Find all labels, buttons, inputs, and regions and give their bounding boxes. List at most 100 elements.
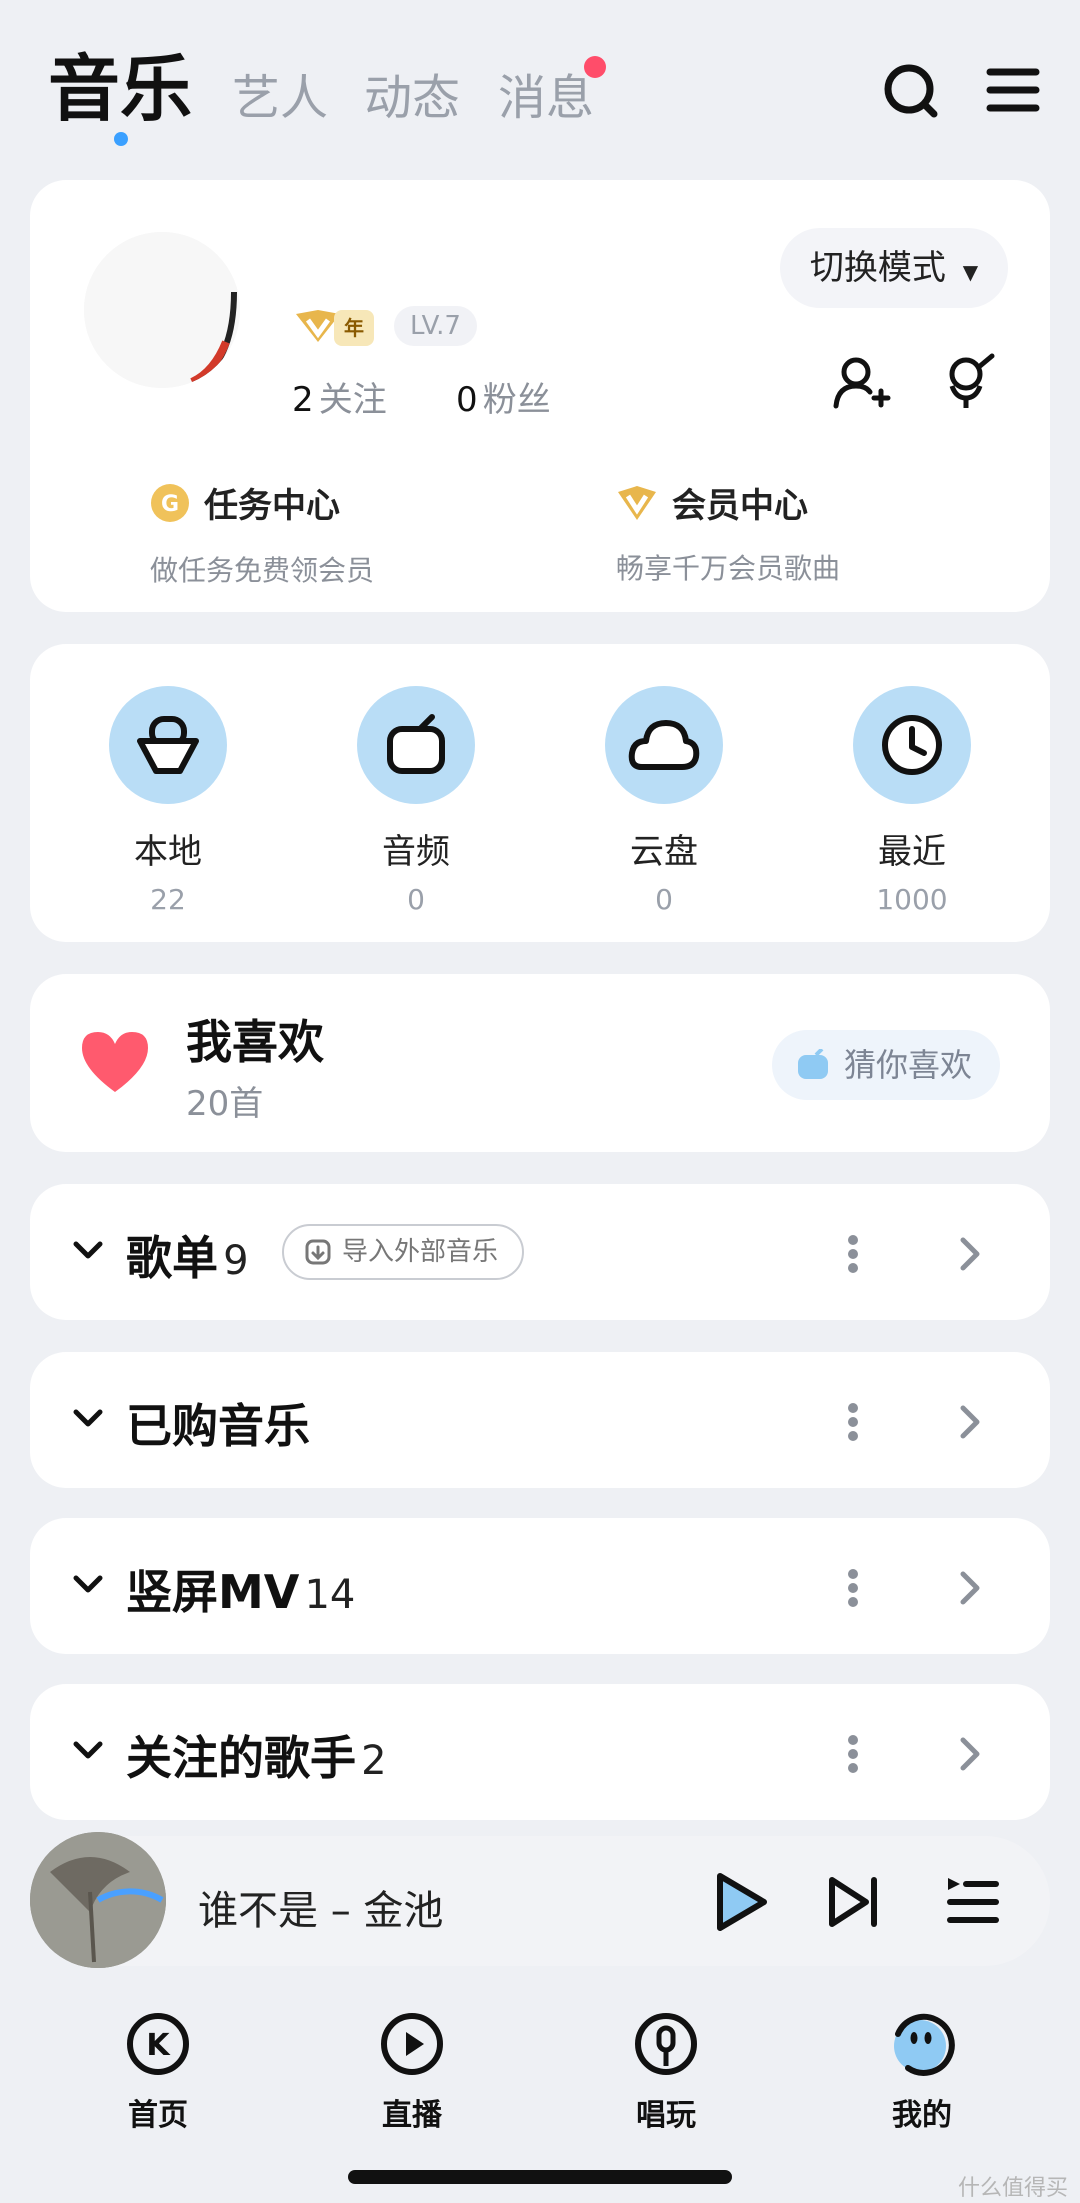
- section-count: 9: [223, 1238, 249, 1284]
- section-title: 歌单: [126, 1231, 218, 1285]
- section-count: 2: [361, 1738, 387, 1784]
- import-external-music-button[interactable]: 导入外部音乐: [282, 1224, 525, 1280]
- nav-sing[interactable]: 唱玩: [586, 2010, 746, 2134]
- quick-count: 0: [655, 883, 673, 916]
- nav-label: 我的: [892, 2098, 952, 2133]
- switch-mode-label: 切换模式: [809, 248, 946, 288]
- queue-list-icon: [947, 1878, 999, 1923]
- k-logo-icon: K: [127, 2013, 189, 2075]
- mini-player[interactable]: [30, 1836, 1050, 1966]
- nav-label: 首页: [128, 2098, 188, 2133]
- following-count: 2: [292, 380, 314, 420]
- chevron-down-icon[interactable]: [72, 1572, 104, 1596]
- menu-button[interactable]: [980, 56, 1050, 126]
- playlist-queue-button[interactable]: [944, 1874, 1002, 1930]
- avatar[interactable]: [84, 232, 240, 388]
- tab-music[interactable]: 音乐: [48, 30, 192, 135]
- section-title: 已购音乐: [126, 1399, 310, 1453]
- next-track-button[interactable]: [826, 1874, 884, 1930]
- section-count: 14: [304, 1572, 356, 1618]
- chevron-right-icon[interactable]: [958, 1736, 982, 1772]
- home-indicator[interactable]: [348, 2170, 732, 2184]
- followers-stat[interactable]: 0 粉丝: [456, 372, 551, 421]
- quick-item-cloud[interactable]: 云盘 0: [564, 686, 764, 916]
- quick-count: 0: [407, 883, 425, 916]
- add-friend-button[interactable]: [830, 352, 892, 414]
- local-music-icon: [109, 686, 227, 804]
- chevron-down-icon[interactable]: [72, 1738, 104, 1762]
- favorites-title: 我喜欢: [186, 1015, 324, 1069]
- nav-label: 唱玩: [636, 2098, 696, 2133]
- live-play-icon: [381, 2013, 443, 2075]
- play-icon: [717, 1873, 767, 1931]
- skip-next-icon: [829, 1877, 877, 1927]
- search-button[interactable]: [876, 56, 946, 126]
- following-stat[interactable]: 2 关注: [292, 372, 387, 421]
- radio-icon: [357, 686, 475, 804]
- vip-center-subtitle: 畅享千万会员歌曲: [616, 552, 841, 585]
- vip-diamond-icon: [618, 485, 656, 520]
- mic-button[interactable]: [938, 352, 1000, 414]
- microphone-icon: [949, 353, 995, 408]
- quick-item-local[interactable]: 本地 22: [68, 686, 268, 916]
- nav-live[interactable]: 直播: [332, 2010, 492, 2134]
- play-button[interactable]: [710, 1870, 770, 1934]
- vip-center[interactable]: 会员中心 畅享千万会员歌曲: [616, 478, 840, 587]
- import-icon: [305, 1239, 331, 1265]
- vip-year-badge: 年: [334, 310, 374, 346]
- chevron-right-icon[interactable]: [958, 1236, 982, 1272]
- chevron-down-icon[interactable]: [72, 1238, 104, 1262]
- more-vertical-icon[interactable]: [846, 1734, 860, 1774]
- quick-item-recent[interactable]: 最近 1000: [812, 686, 1012, 916]
- album-cover[interactable]: [30, 1832, 166, 1968]
- more-vertical-icon[interactable]: [846, 1568, 860, 1608]
- task-center[interactable]: G 任务中心 做任务免费领会员: [150, 478, 374, 589]
- watermark: 什么值得买: [957, 2176, 1068, 2201]
- svg-text:G: G: [161, 492, 179, 517]
- tab-messages[interactable]: 消息: [498, 58, 594, 128]
- import-label: 导入外部音乐: [342, 1237, 499, 1267]
- svg-text:K: K: [146, 2028, 171, 2063]
- profile-face-icon: [894, 2013, 955, 2076]
- tab-artist[interactable]: 艺人: [232, 58, 328, 128]
- message-unread-dot: [584, 56, 606, 78]
- task-center-title: 任务中心: [204, 486, 340, 526]
- search-icon: [884, 64, 938, 118]
- section-title: 关注的歌手: [126, 1731, 356, 1785]
- avatar-image: [84, 232, 240, 388]
- tab-feed[interactable]: 动态: [364, 58, 460, 128]
- quick-count: 22: [150, 883, 186, 916]
- coin-icon: G: [151, 483, 189, 522]
- cloud-icon: [605, 686, 723, 804]
- followers-label: 粉丝: [482, 380, 551, 420]
- album-art-image: [30, 1832, 166, 1968]
- nav-label: 直播: [382, 2098, 442, 2133]
- guess-you-like-label: 猜你喜欢: [844, 1046, 973, 1084]
- nav-home[interactable]: K 首页: [78, 2010, 238, 2134]
- quick-count: 1000: [876, 883, 948, 916]
- chevron-right-icon[interactable]: [958, 1570, 982, 1606]
- guess-you-like-button[interactable]: 猜你喜欢: [772, 1030, 1001, 1100]
- task-center-subtitle: 做任务免费领会员: [150, 554, 375, 587]
- level-badge: LV.7: [394, 306, 477, 346]
- quick-label: 云盘: [630, 832, 698, 872]
- add-user-icon: [833, 357, 891, 409]
- vip-center-title: 会员中心: [672, 486, 808, 526]
- more-vertical-icon[interactable]: [846, 1234, 860, 1274]
- quick-label: 本地: [134, 832, 202, 872]
- active-tab-indicator: [114, 132, 128, 146]
- chevron-down-icon[interactable]: [72, 1406, 104, 1430]
- section-title: 竖屏MV: [126, 1565, 300, 1619]
- more-vertical-icon[interactable]: [846, 1402, 860, 1442]
- quick-label: 最近: [878, 832, 946, 872]
- heart-icon: [78, 1028, 152, 1094]
- followers-count: 0: [456, 380, 478, 420]
- switch-mode-button[interactable]: 切换模式 ▼: [780, 228, 1008, 308]
- music-box-icon: [798, 1049, 828, 1079]
- chevron-right-icon[interactable]: [958, 1404, 982, 1440]
- favorites-count: 20首: [186, 1084, 264, 1124]
- nav-mine[interactable]: 我的: [842, 2010, 1002, 2134]
- now-playing-title[interactable]: 谁不是 – 金池: [198, 1878, 443, 1936]
- quick-item-audio[interactable]: 音频 0: [316, 686, 516, 916]
- clock-icon: [853, 686, 971, 804]
